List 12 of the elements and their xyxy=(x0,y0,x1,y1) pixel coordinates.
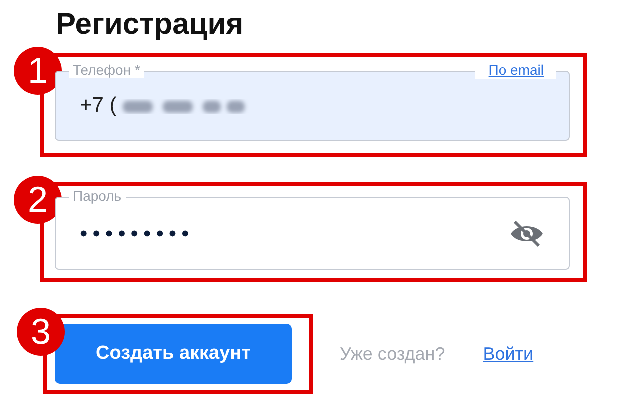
field-label: Телефон * xyxy=(69,62,144,78)
step-marker: 2 xyxy=(14,176,62,224)
already-created-text: Уже создан? xyxy=(340,344,446,364)
step-marker: 3 xyxy=(17,308,65,356)
password-value: ••••••••• xyxy=(80,220,194,246)
step-marker: 1 xyxy=(14,47,62,95)
create-account-button[interactable]: Создать аккаунт xyxy=(55,324,292,384)
field-label: Пароль xyxy=(69,188,126,204)
phone-value: +7 ( xyxy=(80,94,117,118)
login-link[interactable]: Войти xyxy=(483,344,534,364)
eye-off-icon[interactable] xyxy=(509,220,545,248)
page-title: Регистрация xyxy=(56,7,245,43)
